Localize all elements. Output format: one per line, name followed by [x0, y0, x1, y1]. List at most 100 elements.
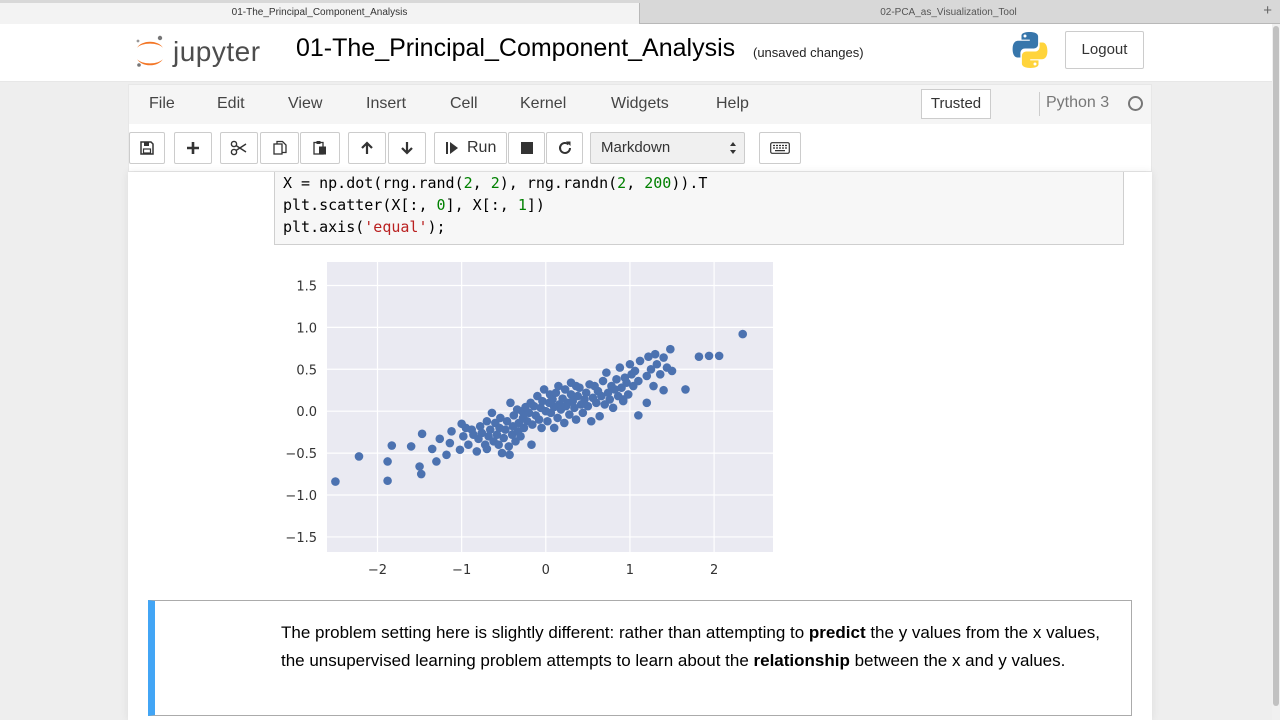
notebook-header: jupyter 01-The_Principal_Component_Analy… [0, 24, 1272, 82]
scatter-point [455, 445, 465, 455]
command-palette-button[interactable] [759, 132, 801, 164]
scatter-point [659, 353, 668, 362]
insert-cell-button[interactable] [174, 132, 212, 164]
menu-kernel[interactable]: Kernel [520, 95, 566, 113]
logout-button[interactable]: Logout [1065, 31, 1144, 69]
y-tick-label: 0.5 [296, 363, 317, 378]
scatter-point [605, 395, 615, 404]
menu-view[interactable]: View [288, 95, 322, 113]
x-tick-label: 0 [542, 563, 550, 578]
new-tab-button[interactable]: + [1263, 2, 1272, 20]
scatter-point [571, 381, 581, 391]
x-tick-label: 1 [626, 563, 634, 578]
scatter-point [667, 366, 677, 376]
scatter-point [615, 363, 625, 372]
move-up-button[interactable] [348, 132, 386, 164]
browser-tab-pca-visualization[interactable]: 02-PCA_as_Visualization_Tool [641, 3, 1256, 24]
menu-insert[interactable]: Insert [366, 95, 406, 113]
scatter-point [694, 352, 704, 362]
scatter-point [387, 441, 397, 450]
scatter-point [482, 444, 492, 454]
save-icon [140, 141, 154, 155]
cell-type-select[interactable]: Markdown [590, 132, 745, 164]
menu-help[interactable]: Help [716, 95, 749, 113]
scatter-point [499, 433, 509, 443]
scatter-point [487, 408, 497, 418]
scatter-point [655, 370, 665, 379]
scatter-point [537, 423, 546, 433]
save-status: (unsaved changes) [753, 45, 864, 60]
x-tick-label: −1 [452, 563, 471, 578]
scatter-plot-output: −2 −1 0 1 2 1.5 1.0 0.5 0.0 −0.5 −1.0 −1.5 [274, 256, 794, 586]
menu-file[interactable]: File [149, 95, 175, 113]
jupyter-logo-text: jupyter [173, 36, 261, 67]
code-line-3: plt.axis('equal'); [283, 218, 446, 236]
scatter-point [634, 411, 643, 420]
scatter-point [602, 368, 611, 377]
browser-tab-active[interactable]: 01-The_Principal_Component_Analysis [0, 3, 640, 24]
scatter-point [459, 432, 468, 441]
scatter-point [560, 418, 569, 428]
y-tick-label: 0.0 [296, 405, 317, 420]
scatter-point [704, 351, 714, 361]
python-logo-icon [1012, 32, 1048, 68]
menu-edit[interactable]: Edit [217, 95, 245, 113]
keyboard-icon [770, 142, 790, 154]
kernel-divider [1039, 92, 1040, 116]
interrupt-button[interactable] [508, 132, 545, 164]
paste-icon [313, 141, 326, 155]
scatter-point [383, 476, 392, 486]
scatter-point [415, 462, 424, 471]
menu-cell[interactable]: Cell [450, 95, 478, 113]
scatter-point [666, 344, 675, 354]
run-label: Run [467, 139, 497, 156]
bold-relationship: relationship [753, 650, 850, 670]
scatter-point [416, 469, 426, 479]
scatter-point [417, 429, 427, 439]
jupyter-logo-icon [136, 35, 163, 67]
arrow-up-icon [361, 141, 373, 154]
save-button[interactable] [129, 132, 165, 164]
markdown-text: The problem setting here is slightly dif… [281, 623, 1100, 670]
kernel-name[interactable]: Python 3 [1046, 94, 1109, 112]
scatter-point [406, 442, 416, 451]
run-button[interactable]: Run [434, 132, 507, 164]
restart-button[interactable] [546, 132, 583, 164]
scatter-point [714, 351, 724, 361]
code-line-2: plt.scatter(X[:, 0], X[:, 1]) [283, 196, 545, 214]
kernel-status-icon [1128, 96, 1143, 111]
markdown-cell[interactable]: The problem setting here is slightly dif… [148, 600, 1132, 716]
scatter-chart: −2 −1 0 1 2 1.5 1.0 0.5 0.0 −0.5 −1.0 −1.5 [285, 262, 773, 578]
menubar: File Edit View Insert Cell Kernel Widget… [128, 84, 1152, 124]
jupyter-logo[interactable]: jupyter [133, 32, 283, 72]
y-tick-label: −1.5 [285, 531, 317, 546]
scatter-point [516, 432, 525, 441]
scatter-point [427, 444, 437, 454]
page-scrollbar-thumb[interactable] [1273, 26, 1279, 706]
restart-icon [558, 141, 571, 154]
menu-widgets[interactable]: Widgets [611, 95, 669, 113]
y-tick-label: 1.5 [296, 279, 317, 294]
scatter-point [595, 411, 604, 421]
scatter-point [649, 381, 658, 391]
notebook-container: X = np.dot(rng.rand(2, 2), rng.randn(2, … [128, 172, 1152, 720]
scatter-point [618, 395, 628, 404]
scatter-point [383, 457, 392, 466]
scatter-point [354, 452, 364, 461]
move-down-button[interactable] [388, 132, 426, 164]
paste-button[interactable] [300, 132, 340, 164]
scatter-point [681, 385, 690, 394]
copy-icon [272, 140, 287, 155]
scatter-point [738, 329, 748, 339]
scatter-point [583, 401, 593, 411]
scatter-point [549, 423, 559, 433]
notebook-title[interactable]: 01-The_Principal_Component_Analysis [296, 34, 735, 63]
scatter-point [635, 356, 645, 366]
scatter-point [534, 415, 544, 424]
copy-button[interactable] [260, 132, 299, 164]
trusted-indicator[interactable]: Trusted [921, 89, 991, 119]
code-cell-input[interactable]: X = np.dot(rng.rand(2, 2), rng.randn(2, … [274, 172, 1124, 245]
scatter-point [598, 376, 608, 386]
cut-button[interactable] [220, 132, 258, 164]
scatter-point [527, 440, 536, 450]
